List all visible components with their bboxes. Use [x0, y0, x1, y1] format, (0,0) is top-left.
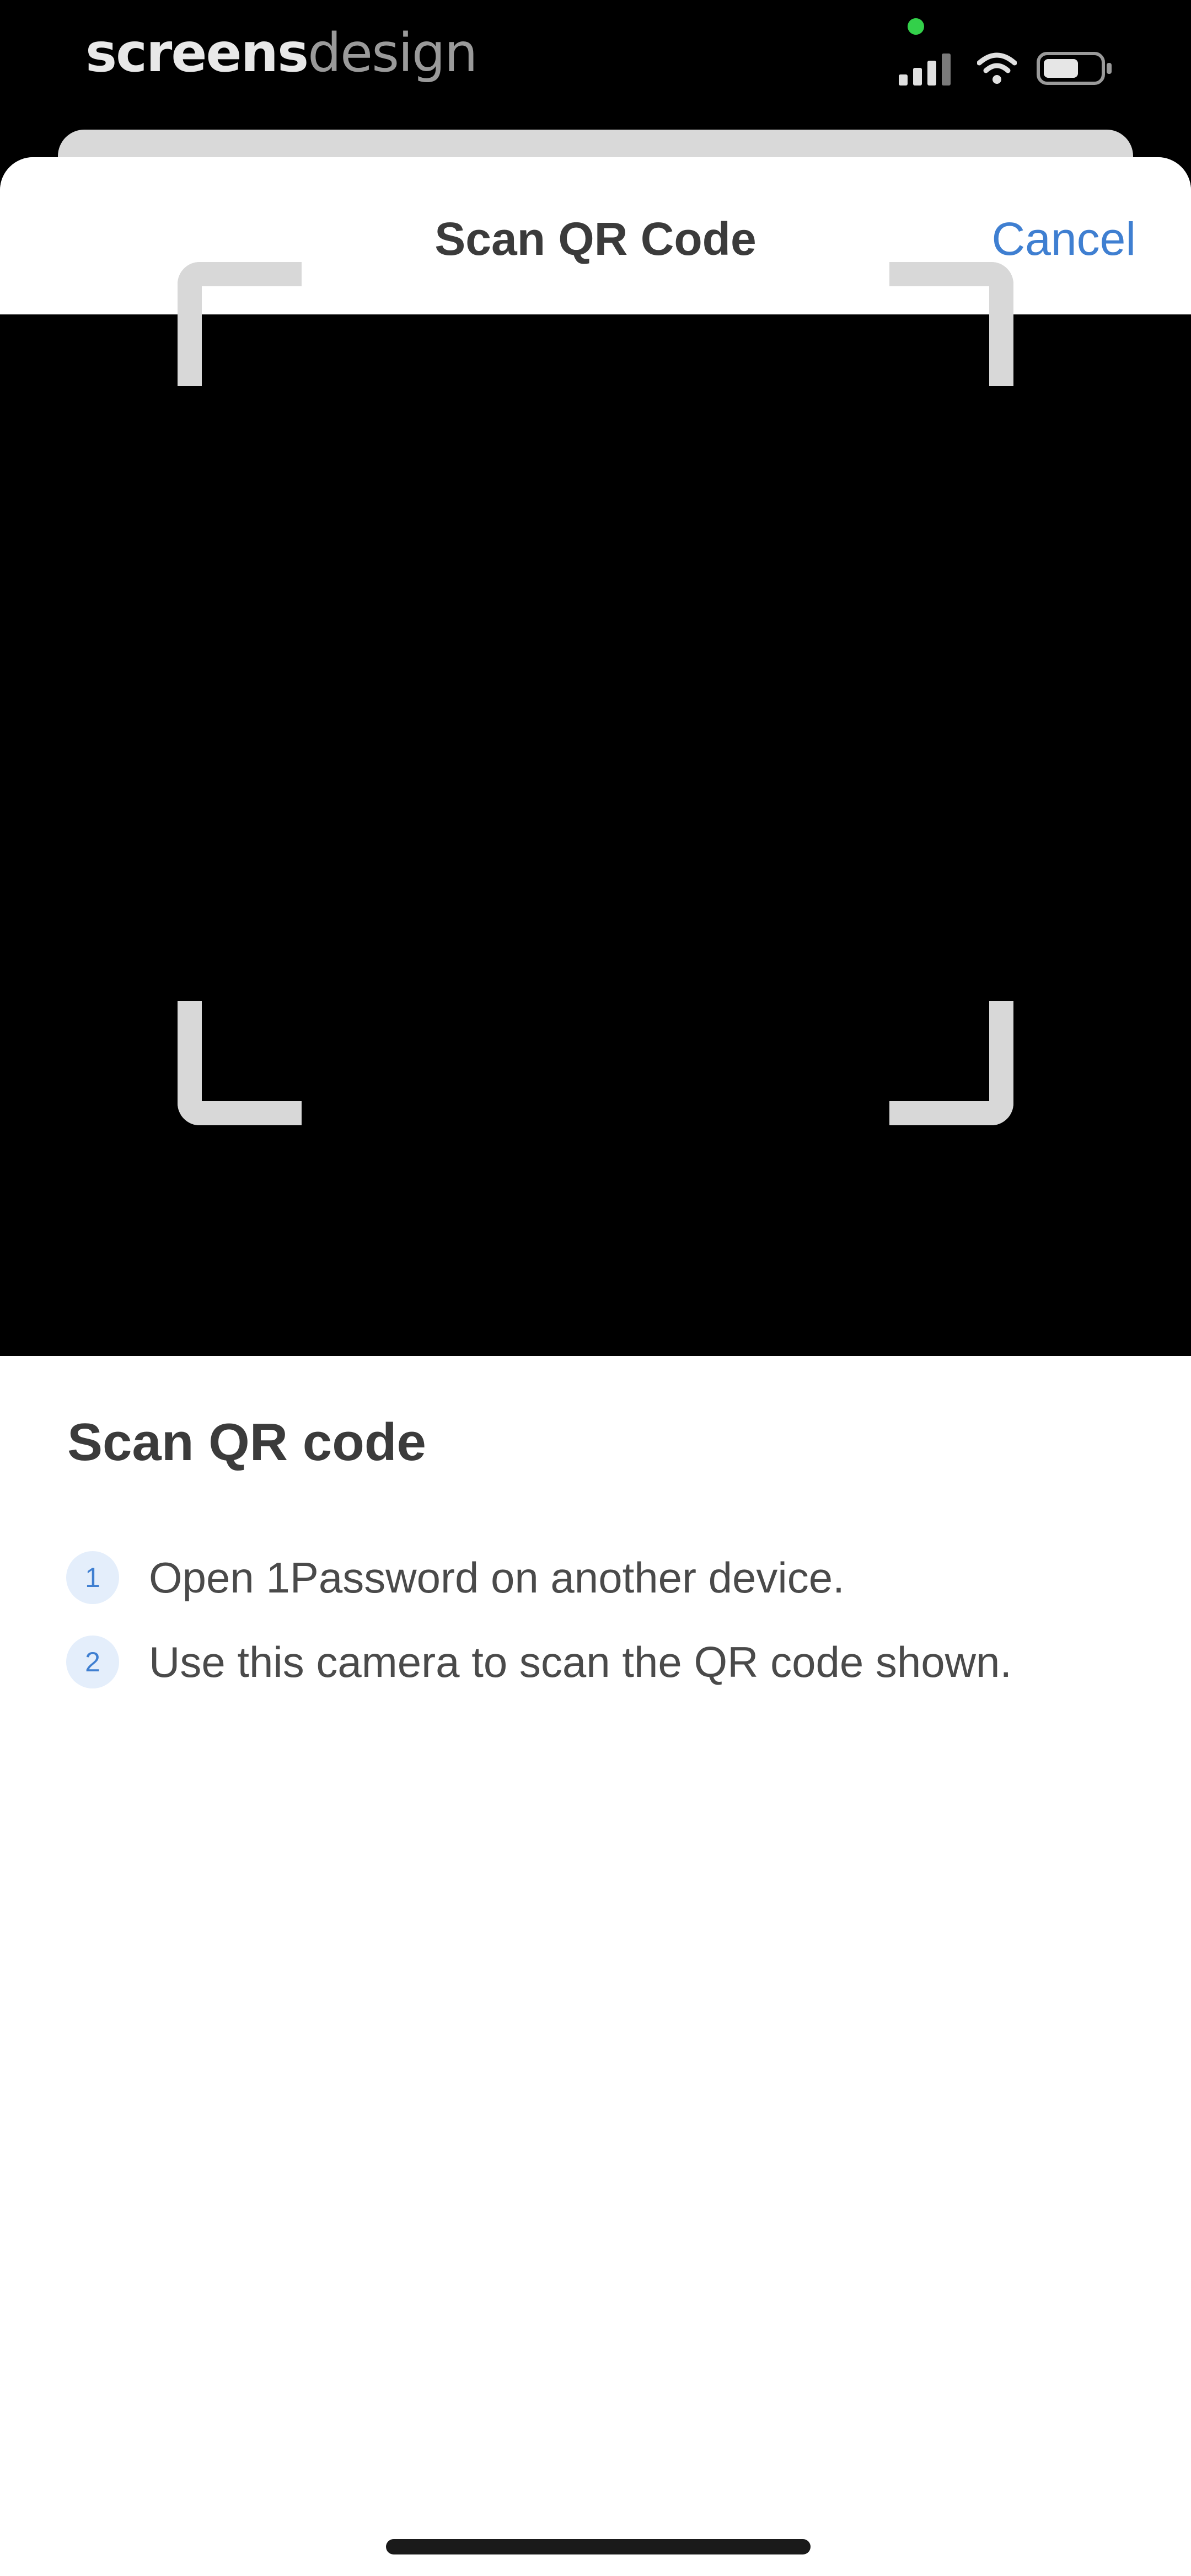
step-number-badge: 1	[66, 1551, 119, 1604]
step-text: Use this camera to scan the QR code show…	[149, 1637, 1012, 1686]
scan-frame-corner-top-left	[178, 262, 302, 386]
home-indicator[interactable]	[386, 2539, 811, 2554]
instruction-step: 1 Open 1Password on another device.	[66, 1544, 845, 1611]
brand-strong: screens	[85, 22, 309, 84]
brand-watermark: screensdesign	[85, 22, 478, 84]
camera-viewfinder	[0, 314, 1191, 1356]
instructions-title: Scan QR code	[67, 1413, 426, 1472]
status-bar: screensdesign	[0, 0, 1191, 127]
wifi-icon	[977, 52, 1017, 84]
camera-in-use-indicator	[908, 18, 924, 35]
scan-qr-sheet: Scan QR Code Cancel Scan QR code 1 Open …	[0, 157, 1191, 2576]
step-text: Open 1Password on another device.	[149, 1553, 845, 1602]
battery-icon	[1037, 52, 1112, 85]
scan-frame-corner-bottom-right	[889, 1001, 1013, 1125]
scan-frame-corner-bottom-left	[178, 1001, 302, 1125]
instruction-step: 2 Use this camera to scan the QR code sh…	[66, 1629, 1012, 1695]
brand-light: design	[308, 22, 478, 84]
scan-frame-corner-top-right	[889, 262, 1013, 386]
step-number-badge: 2	[66, 1636, 119, 1688]
cancel-button[interactable]: Cancel	[992, 212, 1136, 266]
cellular-signal-icon	[899, 54, 951, 85]
